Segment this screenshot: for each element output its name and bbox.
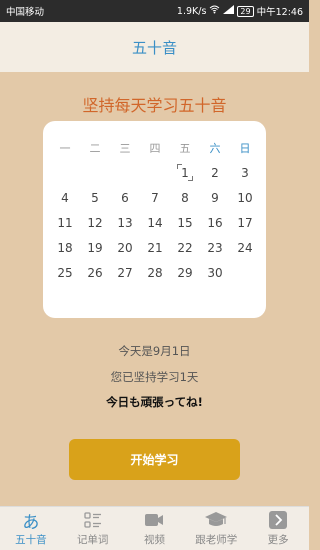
signal-icon bbox=[223, 5, 235, 17]
calendar-day[interactable]: 25 bbox=[50, 260, 80, 285]
hiragana-a-icon: あ bbox=[22, 512, 40, 533]
calendar-day[interactable]: 23 bbox=[200, 235, 230, 260]
calendar-day[interactable]: 29 bbox=[170, 260, 200, 285]
calendar-day[interactable]: 30 bbox=[200, 260, 230, 285]
calendar-day[interactable]: 9 bbox=[200, 185, 230, 210]
tab-teacher[interactable]: 跟老师学 bbox=[185, 507, 247, 550]
calendar-day[interactable]: 16 bbox=[200, 210, 230, 235]
calendar-empty-cell bbox=[80, 160, 110, 185]
calendar-day[interactable]: 5 bbox=[80, 185, 110, 210]
calendar-day[interactable]: 26 bbox=[80, 260, 110, 285]
tab-label: 视频 bbox=[143, 534, 165, 546]
wifi-icon bbox=[209, 5, 220, 17]
calendar-day[interactable]: 6 bbox=[110, 185, 140, 210]
weekday-label: 三 bbox=[119, 141, 131, 155]
calendar-day[interactable]: 27 bbox=[110, 260, 140, 285]
calendar-day[interactable]: 15 bbox=[170, 210, 200, 235]
more-arrow-icon bbox=[269, 510, 288, 530]
page-title: 五十音 bbox=[131, 38, 177, 57]
bottom-tab-bar: あ 五十音 记单词 视频 跟老师学 更多 bbox=[0, 506, 309, 550]
tab-video[interactable]: 视频 bbox=[124, 507, 186, 550]
calendar-day[interactable]: 3 bbox=[230, 160, 260, 185]
calendar-empty-cell bbox=[230, 260, 260, 285]
calendar-day[interactable]: 8 bbox=[170, 185, 200, 210]
calendar-day[interactable]: 13 bbox=[110, 210, 140, 235]
calendar-card: 一二三四五六日 1 2 3 4 5 6 7 8 9 10 11 12 13 14 15 16 17 18 19 20 21… bbox=[43, 121, 266, 318]
calendar-day[interactable]: 24 bbox=[230, 235, 260, 260]
calendar-day[interactable]: 2 bbox=[200, 160, 230, 185]
calendar-day[interactable]: 7 bbox=[140, 185, 170, 210]
calendar-day[interactable]: 12 bbox=[80, 210, 110, 235]
status-bar: 中国移动 1.9K/s 29 中午12:46 bbox=[0, 0, 309, 22]
motto-text: 今日も頑張ってね! bbox=[106, 395, 203, 409]
calendar-day[interactable]: 18 bbox=[50, 235, 80, 260]
clock: 中午12:46 bbox=[256, 7, 303, 18]
tab-label: 五十音 bbox=[15, 534, 47, 546]
calendar-empty-cell bbox=[50, 160, 80, 185]
app-header: 五十音 bbox=[0, 22, 309, 72]
tab-vocabulary[interactable]: 记单词 bbox=[62, 507, 124, 550]
graduation-cap-icon bbox=[204, 510, 228, 530]
calendar-day[interactable]: 28 bbox=[140, 260, 170, 285]
tab-gojuon[interactable]: あ 五十音 bbox=[0, 507, 62, 550]
start-learning-button[interactable]: 开始学习 bbox=[69, 439, 240, 480]
calendar-day[interactable]: 11 bbox=[50, 210, 80, 235]
tab-more[interactable]: 更多 bbox=[247, 507, 309, 550]
battery-indicator: 29 bbox=[237, 5, 254, 17]
main-heading: 坚持每天学习五十音 bbox=[82, 96, 227, 115]
date-text: 今天是9月1日 bbox=[118, 344, 191, 358]
carrier-label: 中国移动 bbox=[6, 7, 45, 18]
calendar-day[interactable]: 14 bbox=[140, 210, 170, 235]
calendar-empty-cell bbox=[110, 160, 140, 185]
network-speed: 1.9K/s bbox=[176, 5, 207, 17]
calendar-grid: 一二三四五六日 1 2 3 4 5 6 7 8 9 10 11 12 13 14 15 16 17 18 19 20 21… bbox=[50, 135, 260, 285]
streak-text: 您已坚持学习1天 bbox=[110, 370, 199, 384]
status-right: 1.9K/s 29 中午12:46 bbox=[177, 4, 303, 18]
weekday-label: 五 bbox=[179, 141, 191, 155]
calendar-day[interactable]: 22 bbox=[170, 235, 200, 260]
calendar-day[interactable]: 21 bbox=[140, 235, 170, 260]
calendar-empty-cell bbox=[140, 160, 170, 185]
video-icon bbox=[144, 510, 164, 530]
calendar-day[interactable]: 4 bbox=[50, 185, 80, 210]
calendar-day[interactable]: 1 bbox=[170, 160, 200, 185]
weekday-label: 日 bbox=[239, 141, 251, 155]
calendar-day[interactable]: 10 bbox=[230, 185, 260, 210]
weekday-label: 一 bbox=[59, 141, 71, 155]
weekday-label: 二 bbox=[89, 141, 101, 155]
list-icon bbox=[84, 510, 102, 530]
calendar-day[interactable]: 19 bbox=[80, 235, 110, 260]
tab-label: 更多 bbox=[267, 534, 289, 546]
tab-label: 跟老师学 bbox=[195, 534, 238, 546]
tab-label: 记单词 bbox=[76, 534, 109, 546]
weekday-label: 六 bbox=[209, 141, 221, 155]
weekday-label: 四 bbox=[149, 141, 161, 155]
calendar-day[interactable]: 20 bbox=[110, 235, 140, 260]
calendar-day[interactable]: 17 bbox=[230, 210, 260, 235]
